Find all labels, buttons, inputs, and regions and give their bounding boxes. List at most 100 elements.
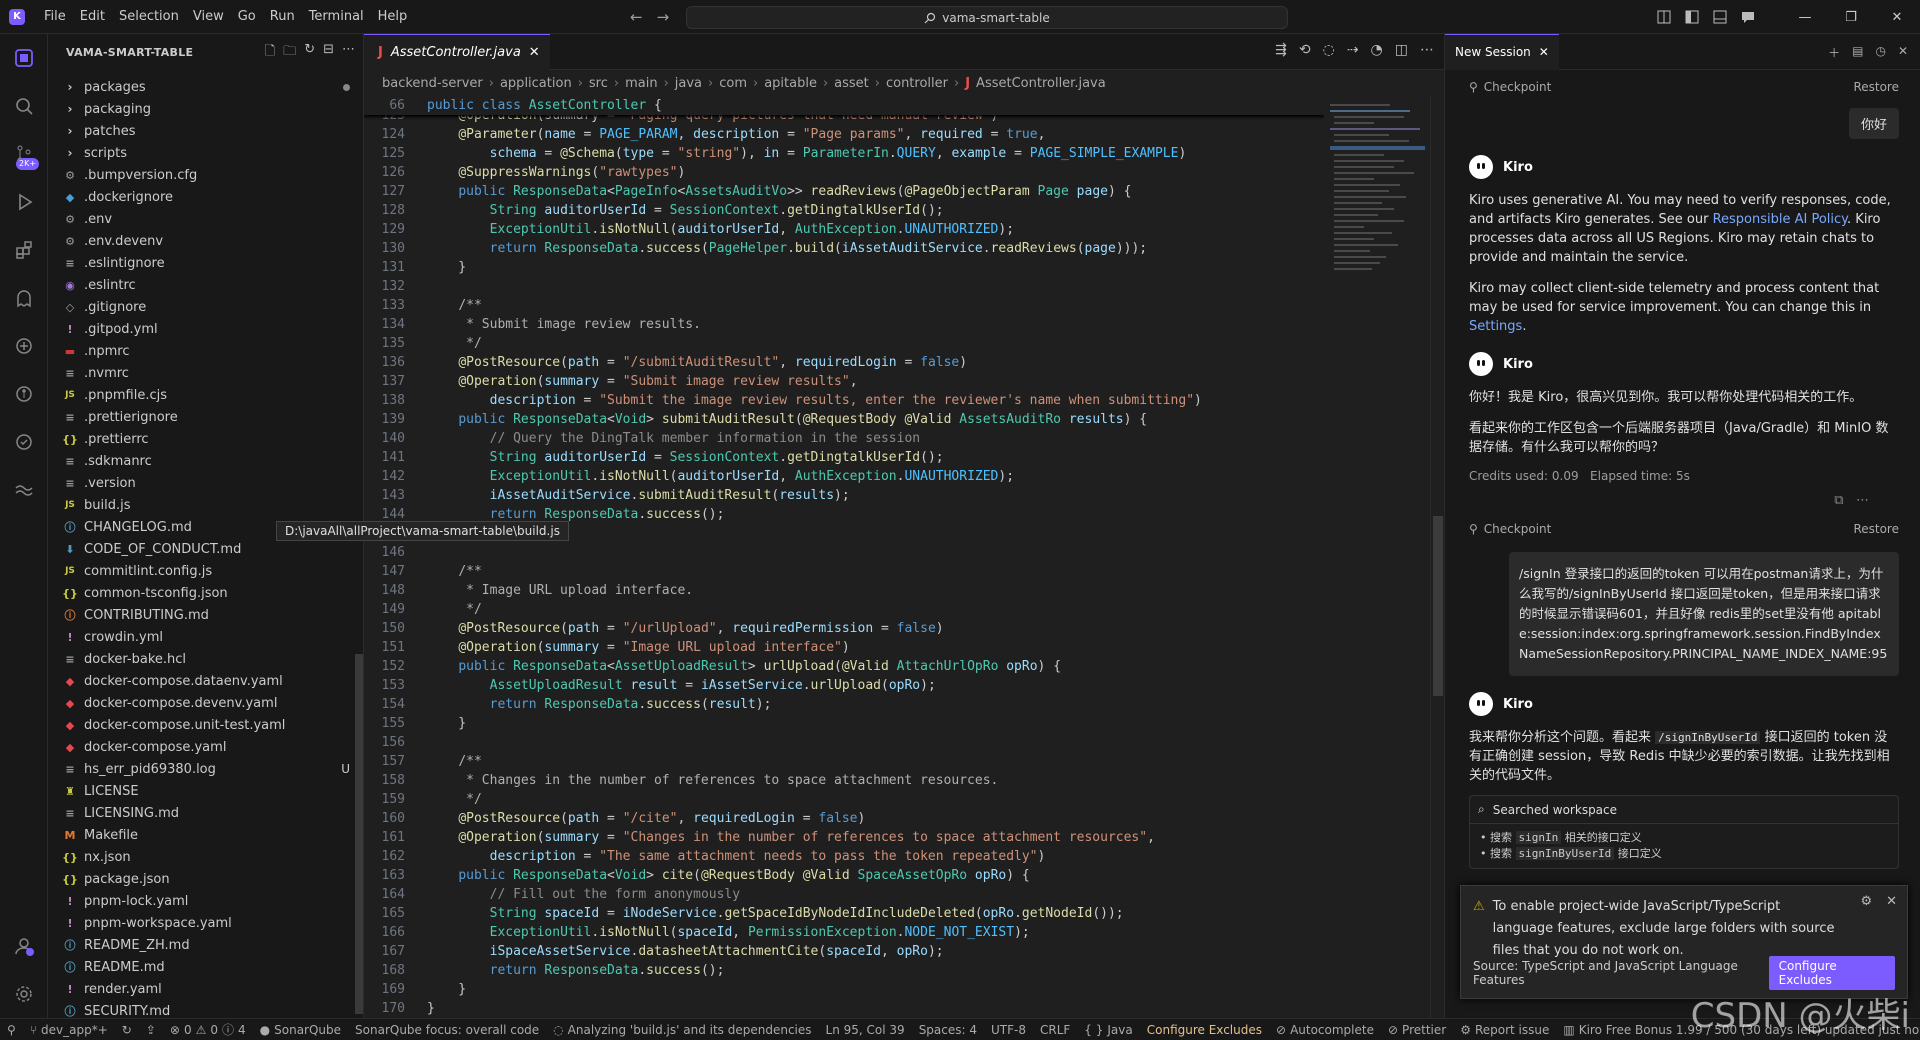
- file-item[interactable]: {} nx.json: [48, 846, 364, 868]
- notification-close-icon[interactable]: ✕: [1886, 894, 1897, 909]
- file-item[interactable]: ⚙ .bumpversion.cfg: [48, 164, 364, 186]
- line-ending[interactable]: CRLF: [1033, 1023, 1077, 1037]
- menu-file[interactable]: File: [38, 9, 72, 24]
- file-item[interactable]: ≡ .nvmrc: [48, 362, 364, 384]
- message-more-icon[interactable]: ⋯: [1856, 493, 1869, 508]
- file-item[interactable]: ▬ .npmrc: [48, 340, 364, 362]
- sidebar-scrollbar[interactable]: [355, 654, 363, 1014]
- file-item[interactable]: ◆ .dockerignore: [48, 186, 364, 208]
- waves-icon[interactable]: [0, 466, 48, 514]
- file-item[interactable]: ! .gitpod.yml: [48, 318, 364, 340]
- minimap[interactable]: [1324, 96, 1434, 1018]
- folder-item[interactable]: › packaging: [48, 98, 364, 120]
- cursor-position[interactable]: Ln 95, Col 39: [819, 1023, 912, 1037]
- history-clock-icon[interactable]: ◷: [1875, 44, 1885, 61]
- menu-view[interactable]: View: [187, 9, 230, 24]
- menu-run[interactable]: Run: [264, 9, 301, 24]
- file-item[interactable]: ≡ LICENSING.md: [48, 802, 364, 824]
- menu-terminal[interactable]: Terminal: [303, 9, 370, 24]
- breadcrumb-item[interactable]: src: [589, 76, 608, 91]
- toggle-panel-icon[interactable]: [1706, 0, 1734, 34]
- split-editor-icon[interactable]: ◫: [1395, 42, 1408, 58]
- file-item[interactable]: ! render.yaml: [48, 978, 364, 1000]
- branch-item[interactable]: ⑂ dev_app*+: [23, 1023, 115, 1037]
- file-item[interactable]: ◆ docker-compose.dataenv.yaml: [48, 670, 364, 692]
- toggle-sidebar-icon[interactable]: [1678, 0, 1706, 34]
- open-changes-icon[interactable]: ⟲: [1299, 42, 1311, 58]
- testing-icon[interactable]: [0, 418, 48, 466]
- copy-icon[interactable]: ⧉: [1834, 493, 1843, 508]
- file-item[interactable]: ! pnpm-workspace.yaml: [48, 912, 364, 934]
- menu-help[interactable]: Help: [372, 9, 414, 24]
- breadcrumb-item[interactable]: controller: [886, 76, 948, 91]
- new-file-icon[interactable]: 🗋: [265, 42, 275, 64]
- file-item[interactable]: ≡ .version: [48, 472, 364, 494]
- settings-gear-icon[interactable]: [0, 970, 48, 1018]
- file-item[interactable]: JS .pnpmfile.cjs: [48, 384, 364, 406]
- editor-more-icon[interactable]: ⋯: [1420, 42, 1434, 58]
- forward-arrow-icon[interactable]: →: [657, 8, 670, 26]
- breadcrumb-item[interactable]: java: [675, 76, 702, 91]
- breadcrumb-item[interactable]: main: [625, 76, 657, 91]
- code-view[interactable]: 66 public class AssetController { 123 @Op…: [364, 96, 1324, 1018]
- remote-icon[interactable]: ⚲: [0, 1023, 23, 1037]
- breadcrumb-item[interactable]: AssetController.java: [976, 76, 1106, 91]
- kiro-ghost-icon[interactable]: [0, 274, 48, 322]
- menu-go[interactable]: Go: [232, 9, 262, 24]
- searched-workspace-card[interactable]: ⌕ Searched workspace • 搜索 signIn 相关的接口定义 …: [1469, 795, 1899, 869]
- session-history-icon[interactable]: ▤: [1852, 44, 1863, 61]
- file-item[interactable]: {} package.json: [48, 868, 364, 890]
- refresh-icon[interactable]: ↻: [304, 42, 315, 64]
- file-item[interactable]: ⓘ CONTRIBUTING.md: [48, 604, 364, 626]
- folder-item[interactable]: › scripts: [48, 142, 364, 164]
- file-item[interactable]: JS build.js: [48, 494, 364, 516]
- close-tab-icon[interactable]: ✕: [529, 45, 540, 60]
- close-window-icon[interactable]: ✕: [1874, 0, 1920, 34]
- file-item[interactable]: ⓘ README_ZH.md: [48, 934, 364, 956]
- report-issue-item[interactable]: ⚙ Report issue: [1453, 1023, 1556, 1037]
- file-item[interactable]: M Makefile: [48, 824, 364, 846]
- breadcrumb-item[interactable]: apitable: [764, 76, 817, 91]
- editor-scrollbar[interactable]: [1430, 96, 1444, 1018]
- next-change-icon[interactable]: ⇢: [1347, 42, 1359, 58]
- file-item[interactable]: ≡ docker-bake.hcl: [48, 648, 364, 670]
- configure-excludes-status[interactable]: Configure Excludes: [1140, 1023, 1269, 1037]
- restore-link[interactable]: Restore: [1853, 522, 1899, 536]
- file-item[interactable]: ◆ docker-compose.yaml: [48, 736, 364, 758]
- sonarqube-item[interactable]: ● SonarQube: [253, 1023, 348, 1037]
- restore-link[interactable]: Restore: [1853, 80, 1899, 94]
- settings-link[interactable]: Settings: [1469, 319, 1522, 334]
- file-item[interactable]: ≡ .sdkmanrc: [48, 450, 364, 472]
- run-debug-icon[interactable]: [0, 178, 48, 226]
- breadcrumb-item[interactable]: com: [719, 76, 747, 91]
- account-icon[interactable]: [0, 922, 48, 970]
- sync-icon[interactable]: ↻: [115, 1023, 139, 1037]
- file-item[interactable]: ♜ LICENSE: [48, 780, 364, 802]
- more-actions-icon[interactable]: ⋯: [342, 42, 355, 64]
- file-item[interactable]: JS commitlint.config.js: [48, 560, 364, 582]
- breadcrumb-item[interactable]: backend-server: [382, 76, 483, 91]
- file-item[interactable]: ≡ .prettierignore: [48, 406, 364, 428]
- breadcrumb-item[interactable]: application: [500, 76, 572, 91]
- responsible-ai-link[interactable]: Responsible AI Policy: [1713, 212, 1847, 227]
- chat-toggle-icon[interactable]: [1734, 0, 1762, 34]
- new-session-icon[interactable]: ＋: [1828, 44, 1840, 61]
- file-item[interactable]: ◆ docker-compose.devenv.yaml: [48, 692, 364, 714]
- new-folder-icon[interactable]: 🗀: [283, 42, 296, 64]
- encoding[interactable]: UTF-8: [984, 1023, 1033, 1037]
- problems-item[interactable]: ⊗ 0 ⚠ 0 ⓘ 4: [163, 1021, 253, 1038]
- close-chat-icon[interactable]: ✕: [1898, 44, 1908, 61]
- editor-tab[interactable]: J AssetController.java ✕: [364, 33, 550, 70]
- autocomplete-item[interactable]: ⊘ Autocomplete: [1269, 1023, 1381, 1037]
- file-item[interactable]: ! pnpm-lock.yaml: [48, 890, 364, 912]
- file-item[interactable]: ⚙ .env.devenv: [48, 230, 364, 252]
- git-graph-icon[interactable]: [0, 370, 48, 418]
- prettier-item[interactable]: ⊘ Prettier: [1381, 1023, 1453, 1037]
- prev-change-icon[interactable]: ◌: [1323, 42, 1335, 58]
- search-icon[interactable]: [0, 82, 48, 130]
- diff-icon[interactable]: ⇶: [1275, 42, 1287, 58]
- restore-icon[interactable]: ❐: [1828, 0, 1874, 34]
- file-item[interactable]: ! crowdin.yml: [48, 626, 364, 648]
- extensions-icon[interactable]: [0, 226, 48, 274]
- remote-explorer-icon[interactable]: [0, 322, 48, 370]
